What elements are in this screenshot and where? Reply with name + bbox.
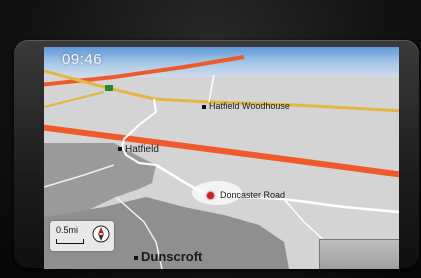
minor-road-5 (283, 198, 327, 243)
place-name: Hatfield Woodhouse (209, 101, 290, 111)
road-number-shield (105, 85, 113, 91)
place-label-hatfield: Hatfield (118, 144, 159, 155)
clock-time: 09:46 (62, 51, 103, 68)
place-label-doncaster-road: Doncaster Road (220, 190, 286, 200)
compass-icon[interactable] (92, 225, 110, 243)
place-label-hatfield-woodhouse: Hatfield Woodhouse (202, 101, 290, 111)
scale-label: 0.5mi (56, 225, 79, 235)
minor-road-4 (208, 74, 215, 103)
place-dot (118, 147, 122, 152)
destination-marker-icon[interactable] (207, 192, 214, 199)
place-dot (134, 255, 138, 260)
a-road-left (44, 91, 105, 108)
navigation-screen: 09:46 Hatfield Woodhouse Hatfield Doncas… (44, 47, 399, 269)
corner-info-panel[interactable] (319, 239, 399, 269)
place-dot (202, 104, 206, 109)
place-name: Hatfield (125, 144, 159, 155)
place-name: Dunscroft (141, 249, 203, 264)
scale-bar (56, 239, 84, 244)
map-scale-widget[interactable]: 0.5mi (50, 221, 114, 251)
place-label-dunscroft: Dunscroft (134, 249, 202, 264)
